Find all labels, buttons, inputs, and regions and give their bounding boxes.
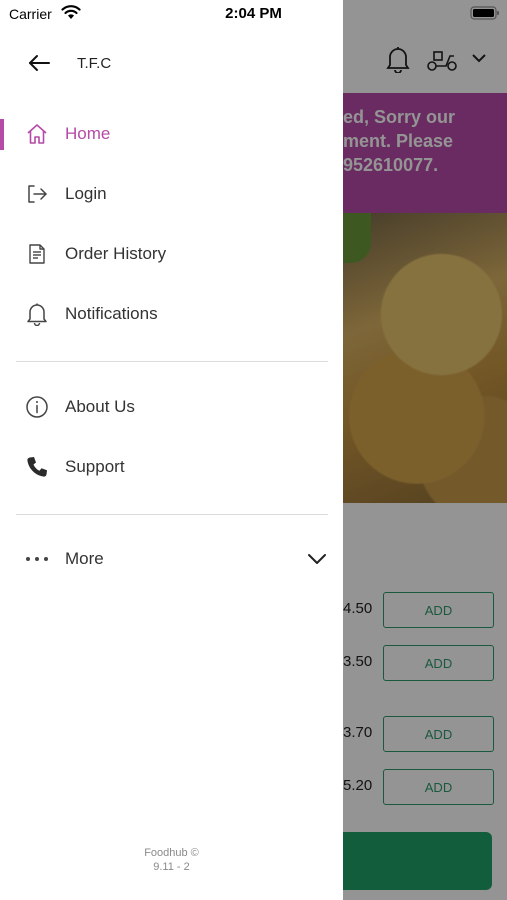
menu-item-label: Login [65, 184, 107, 203]
receipt-icon [25, 242, 49, 266]
drawer-footer: Foodhub © 9.11 - 2 [0, 846, 343, 874]
menu-item-home[interactable]: Home [0, 109, 343, 159]
menu-divider [16, 514, 328, 515]
back-button[interactable] [22, 48, 56, 78]
status-bar: Carrier 2:04 PM [0, 0, 507, 28]
footer-brand: Foodhub © [144, 847, 199, 859]
menu-item-label: Notifications [65, 304, 158, 323]
menu-item-label: Home [65, 124, 111, 143]
navigation-drawer: T.F.C Home Login Order History Notificat… [0, 0, 343, 900]
login-icon [25, 182, 49, 206]
info-icon [25, 395, 49, 419]
menu-item-label: Support [65, 457, 125, 476]
battery-icon [470, 6, 499, 20]
menu-item-support[interactable]: Support [0, 442, 343, 492]
menu-item-login[interactable]: Login [0, 169, 343, 219]
chevron-down-icon[interactable] [305, 549, 329, 569]
drawer-header: T.F.C [0, 40, 343, 86]
status-time: 2:04 PM [225, 5, 282, 22]
more-dots-icon [25, 547, 49, 571]
bell-icon [25, 302, 49, 326]
phone-icon [25, 455, 49, 479]
arrow-left-icon [29, 55, 50, 71]
menu-item-label: More [65, 549, 104, 568]
home-icon [25, 122, 49, 146]
menu-divider [16, 361, 328, 362]
menu-item-order-history[interactable]: Order History [0, 229, 343, 279]
menu-item-more[interactable]: More [0, 534, 343, 584]
menu-item-notifications[interactable]: Notifications [0, 289, 343, 339]
footer-version: 9.11 - 2 [153, 861, 190, 873]
menu-item-label: About Us [65, 397, 135, 416]
menu-item-label: Order History [65, 244, 167, 263]
store-name: T.F.C [77, 55, 112, 72]
menu-item-about-us[interactable]: About Us [0, 382, 343, 432]
